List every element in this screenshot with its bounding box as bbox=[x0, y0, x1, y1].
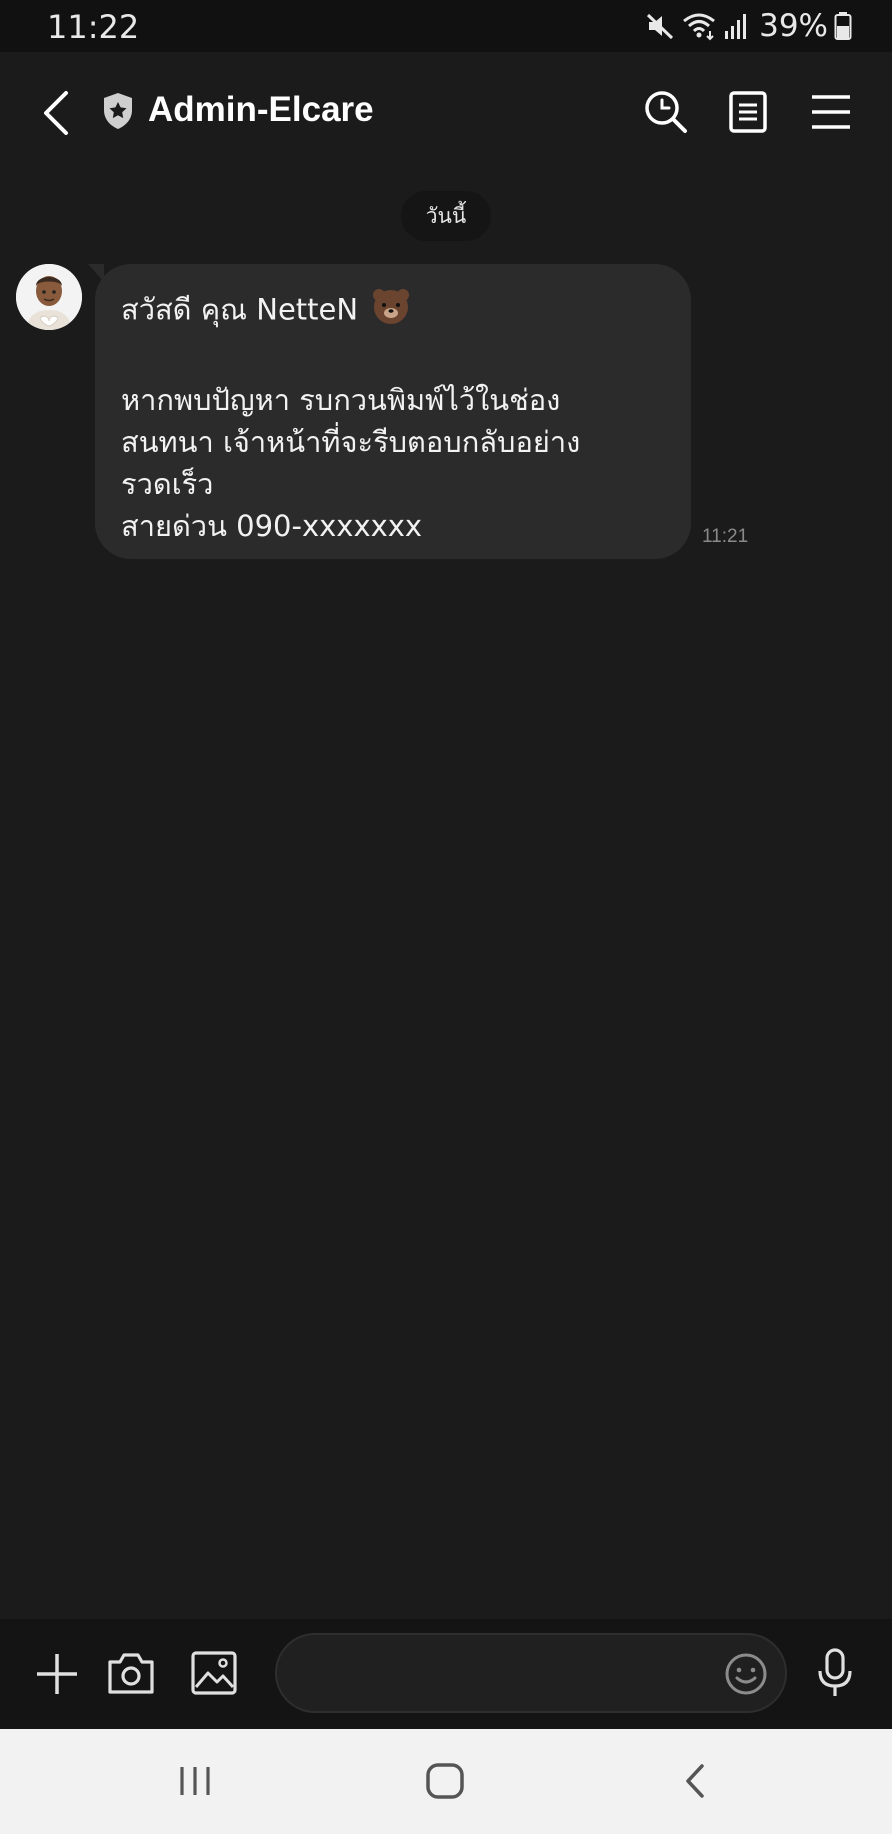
gallery-button[interactable] bbox=[190, 1649, 238, 1702]
avatar-icon bbox=[16, 264, 82, 330]
mute-icon bbox=[645, 11, 675, 41]
avatar[interactable] bbox=[16, 264, 82, 330]
search-button[interactable] bbox=[643, 89, 689, 135]
microphone-icon bbox=[818, 1648, 852, 1696]
signal-icon bbox=[723, 11, 749, 41]
voice-button[interactable] bbox=[815, 1647, 855, 1704]
home-icon bbox=[426, 1763, 464, 1799]
home-button[interactable] bbox=[425, 1763, 465, 1804]
notes-icon bbox=[729, 91, 767, 133]
chat-title: Admin-Elcare bbox=[148, 90, 374, 129]
camera-button[interactable] bbox=[106, 1649, 156, 1702]
message-greeting: สวัสดี คุณ NetteN bbox=[121, 292, 359, 327]
shield-icon bbox=[102, 92, 134, 130]
plus-icon bbox=[37, 1654, 77, 1694]
notes-button[interactable] bbox=[725, 89, 771, 135]
message-composer bbox=[0, 1619, 892, 1729]
back-button[interactable] bbox=[34, 85, 80, 141]
menu-icon bbox=[812, 95, 850, 129]
battery-percent: 39% bbox=[759, 8, 828, 44]
status-time: 11:22 bbox=[47, 8, 140, 46]
hotline-text: สายด่วน 090-xxxxxxx bbox=[121, 509, 423, 543]
message-input[interactable] bbox=[275, 1633, 787, 1713]
system-back-button[interactable] bbox=[680, 1763, 710, 1804]
recent-apps-button[interactable] bbox=[176, 1763, 216, 1804]
message-bubble[interactable]: สวัสดี คุณ NetteN หากพบปัญหา รบกวนพิมพ์ไ… bbox=[95, 264, 691, 559]
camera-icon bbox=[108, 1653, 154, 1694]
message-line: สนทนา เจ้าหน้าที่จะรีบตอบกลับอย่าง bbox=[121, 425, 581, 459]
menu-button[interactable] bbox=[808, 89, 854, 135]
bear-emoji-icon bbox=[371, 286, 411, 337]
image-icon bbox=[191, 1651, 237, 1695]
smiley-icon bbox=[725, 1653, 767, 1695]
recent-apps-icon bbox=[180, 1767, 210, 1795]
message-timestamp: 11:21 bbox=[702, 526, 749, 547]
status-bar: 11:22 39% bbox=[0, 0, 892, 52]
system-back-icon bbox=[686, 1764, 704, 1798]
message-line: หากพบปัญหา รบกวนพิมพ์ไว้ในช่อง bbox=[121, 383, 561, 417]
status-icons: 39% bbox=[645, 8, 852, 44]
chat-header: Admin-Elcare bbox=[0, 52, 892, 172]
chevron-left-icon bbox=[44, 91, 68, 135]
battery-icon bbox=[834, 11, 852, 41]
date-separator: วันนี้ bbox=[401, 191, 491, 241]
add-button[interactable] bbox=[34, 1651, 80, 1702]
system-navigation-bar bbox=[0, 1729, 892, 1834]
search-icon bbox=[645, 91, 687, 133]
message-line: รวดเร็ว bbox=[121, 467, 214, 501]
wifi-icon bbox=[681, 11, 717, 41]
emoji-button[interactable] bbox=[723, 1651, 769, 1697]
